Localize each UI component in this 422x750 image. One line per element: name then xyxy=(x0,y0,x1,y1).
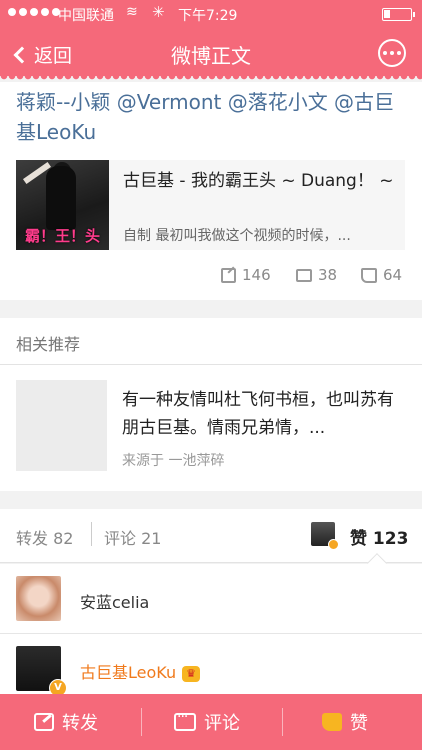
post-mentions[interactable]: 蒋颖--小颖 @Vermont @落花小文 @古巨基LeoKu xyxy=(16,87,411,147)
comment-button-label: 评论 xyxy=(204,713,240,734)
tab-likes-label: 赞 xyxy=(350,529,367,549)
repost-icon xyxy=(34,713,54,731)
bottom-toolbar: 转发 评论 赞 xyxy=(0,694,422,750)
signal-strength-icon xyxy=(8,8,60,16)
tab-comments[interactable]: 评论 21 xyxy=(104,525,161,549)
status-time: 下午7:29 xyxy=(178,8,238,24)
related-thumbnail xyxy=(16,380,107,471)
tab-divider xyxy=(91,522,92,546)
video-title: 古巨基 - 我的霸王头 ~ Duang！ ~ xyxy=(123,171,394,191)
interaction-tabs: 转发 82 评论 21 赞 123 xyxy=(0,509,422,563)
repost-stat[interactable]: 146 xyxy=(221,266,271,284)
comment-icon xyxy=(174,709,196,731)
video-thumbnail: 霸！王！头 xyxy=(16,160,109,250)
comment-button[interactable]: 评论 xyxy=(174,694,240,750)
comment-icon xyxy=(296,268,312,282)
thumbs-up-icon xyxy=(361,267,377,283)
navigation-bar: 返回 微博正文 xyxy=(0,30,422,76)
toolbar-divider xyxy=(141,708,142,736)
comment-stat[interactable]: 38 xyxy=(296,266,337,284)
like-button[interactable]: 赞 xyxy=(322,694,368,750)
carrier-name: 中国联通 xyxy=(58,8,114,24)
repost-button[interactable]: 转发 xyxy=(34,694,98,750)
divider xyxy=(0,364,422,365)
video-card[interactable]: 霸！王！头 古巨基 - 我的霸王头 ~ Duang！ ~ 自制 最初叫我做这个视… xyxy=(16,160,405,250)
post-stats: 146 38 64 xyxy=(0,266,422,288)
tab-likes[interactable]: 赞 123 xyxy=(350,524,408,549)
battery-icon xyxy=(382,8,415,21)
like-stat[interactable]: 64 xyxy=(361,266,402,284)
list-item[interactable]: 安蓝celia xyxy=(0,564,422,634)
status-bar: 中国联通 ≋ ✳ 下午7:29 xyxy=(0,0,422,30)
user-name[interactable]: 古巨基LeoKu ♛ xyxy=(80,659,201,683)
avatar[interactable] xyxy=(16,576,61,621)
avatar[interactable] xyxy=(16,646,67,697)
video-description: 自制 最初叫我做这个视频的时候，... xyxy=(123,228,351,244)
related-item-text: 有一种友情叫杜飞何书桓，也叫苏有朋古巨基。情雨兄弟情，... xyxy=(122,390,394,438)
thumbnail-caption: 霸！王！头 xyxy=(24,227,100,245)
tab-likes-count: 123 xyxy=(372,529,409,549)
tab-reposts[interactable]: 转发 82 xyxy=(16,525,73,549)
more-options-button[interactable] xyxy=(378,39,406,67)
user-name-text: 古巨基LeoKu xyxy=(80,663,177,682)
user-name[interactable]: 安蓝celia xyxy=(80,589,149,613)
loading-icon: ✳ xyxy=(152,3,165,21)
page-title: 微博正文 xyxy=(171,44,251,68)
wifi-icon: ≋ xyxy=(126,4,138,20)
thumbs-up-icon xyxy=(322,713,342,731)
repost-count: 146 xyxy=(242,266,271,284)
repost-button-label: 转发 xyxy=(62,713,98,734)
related-heading: 相关推荐 xyxy=(16,335,81,354)
likes-list: 安蓝celia 古巨基LeoKu ♛ xyxy=(0,564,422,704)
post-card: 蒋颖--小颖 @Vermont @落花小文 @古巨基LeoKu 霸！王！头 古巨… xyxy=(0,82,422,300)
related-item-source: 来源于 一池萍碎 xyxy=(122,453,225,469)
related-section: 相关推荐 有一种友情叫杜飞何书桓，也叫苏有朋古巨基。情雨兄弟情，... 来源于 … xyxy=(0,318,422,491)
like-button-label: 赞 xyxy=(350,713,368,734)
crown-badge-icon: ♛ xyxy=(182,665,201,682)
related-item[interactable]: 有一种友情叫杜飞何书桓，也叫苏有朋古巨基。情雨兄弟情，... 来源于 一池萍碎 xyxy=(16,380,405,475)
comment-count: 38 xyxy=(318,266,338,284)
toolbar-divider xyxy=(282,708,283,736)
top-bar: 中国联通 ≋ ✳ 下午7:29 返回 微博正文 xyxy=(0,0,422,76)
like-count: 64 xyxy=(383,266,403,284)
liker-avatar xyxy=(311,522,339,550)
repost-icon xyxy=(221,267,236,283)
